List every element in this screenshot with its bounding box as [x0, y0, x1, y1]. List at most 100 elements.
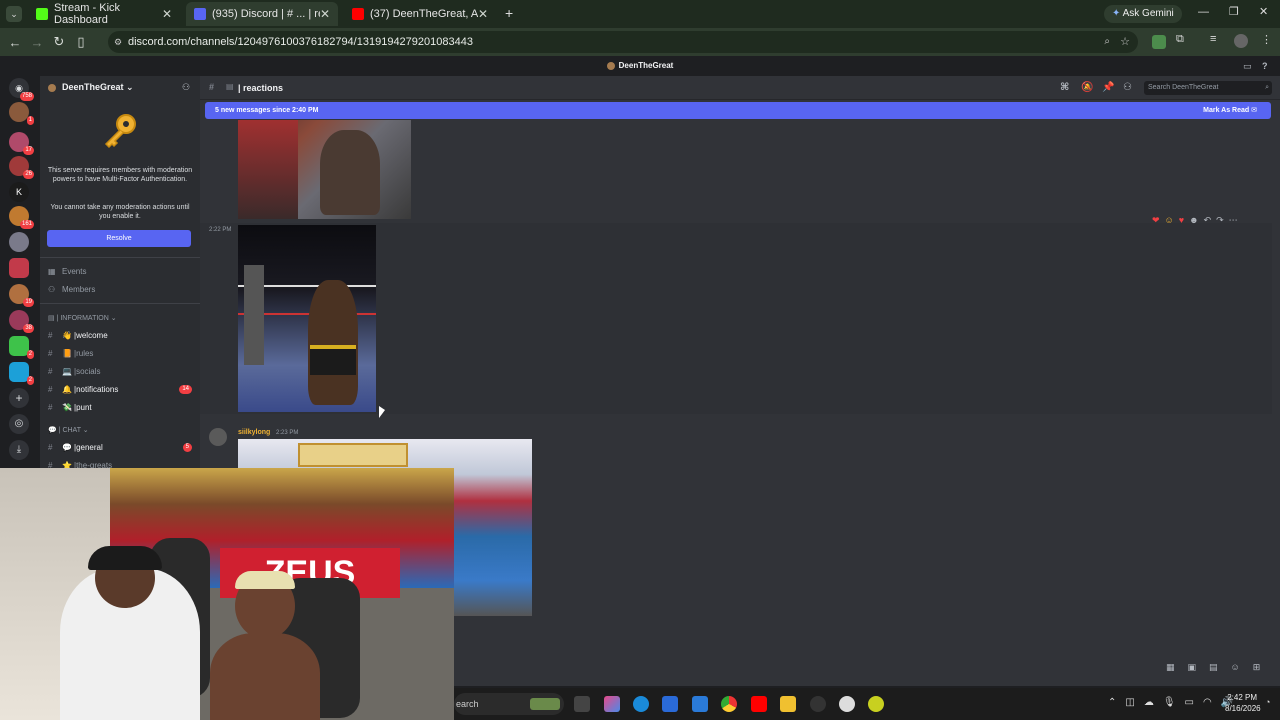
reply-icon[interactable]: ↶: [1204, 215, 1212, 226]
outlook-icon[interactable]: [692, 696, 708, 712]
inbox-icon[interactable]: ▭: [1243, 56, 1252, 76]
chrome-icon[interactable]: [721, 696, 737, 712]
search-input[interactable]: Search DeenTheGreat ⌕: [1144, 81, 1272, 95]
server-icon[interactable]: [9, 258, 29, 278]
explore-icon[interactable]: ◎: [9, 414, 29, 434]
server-icon[interactable]: 17: [9, 132, 34, 155]
reload-icon[interactable]: ↻: [48, 34, 70, 50]
bookmark-star-icon[interactable]: ☆: [1120, 31, 1130, 53]
avatar[interactable]: [209, 428, 227, 446]
new-tab-button[interactable]: +: [505, 5, 513, 21]
tray-app-icon[interactable]: ◫: [1125, 697, 1134, 708]
server-icon[interactable]: 2: [9, 336, 34, 359]
members-list-icon[interactable]: ⚇: [1123, 82, 1132, 93]
taskbar-search[interactable]: earch: [454, 693, 564, 715]
pin-icon[interactable]: 📌: [1102, 82, 1114, 93]
heart-reaction-icon[interactable]: ❤: [1152, 215, 1160, 226]
mark-as-read-button[interactable]: Mark As Read ✉: [1203, 102, 1257, 119]
add-server-icon[interactable]: +: [9, 388, 29, 408]
channel-welcome[interactable]: # 👋 | welcome: [48, 328, 192, 342]
message-author[interactable]: siilkylong: [238, 429, 270, 436]
server-icon[interactable]: K: [9, 182, 29, 202]
gif-icon[interactable]: ▣: [1188, 662, 1197, 673]
sidebar-icon[interactable]: ▯: [70, 34, 92, 50]
edge-icon[interactable]: [633, 696, 649, 712]
clock[interactable]: 2:42 PM 8/16/2026: [1225, 692, 1261, 714]
category-information[interactable]: ▤ | INFORMATION ⌄: [48, 314, 117, 322]
channel-socials[interactable]: # 💻 | socials: [48, 364, 192, 378]
reading-list-icon[interactable]: ≡: [1210, 33, 1216, 45]
wifi-icon[interactable]: ◠: [1203, 697, 1212, 708]
close-icon[interactable]: ✕: [320, 7, 330, 21]
youtube-icon[interactable]: [751, 696, 767, 712]
new-messages-bar[interactable]: 5 new messages since 2:40 PM Mark As Rea…: [205, 102, 1271, 119]
task-view-icon[interactable]: [574, 696, 590, 712]
cloud-icon[interactable]: ☁: [1144, 697, 1154, 708]
close-window-button[interactable]: ✕: [1259, 5, 1268, 18]
server-name[interactable]: DeenTheGreat ⌄: [62, 82, 134, 93]
tab-kick-dashboard[interactable]: Stream - Kick Dashboard ✕: [28, 2, 180, 26]
notifications-icon[interactable]: ◔: [1265, 697, 1270, 707]
site-info-icon[interactable]: ⚙: [114, 31, 122, 53]
server-icon[interactable]: 26: [9, 156, 34, 179]
mic-icon[interactable]: 🎙: [1163, 697, 1176, 708]
address-bar[interactable]: ⚙ discord.com/channels/12049761003761827…: [108, 31, 1138, 53]
back-icon[interactable]: ←: [4, 35, 26, 50]
server-icon[interactable]: 1: [9, 102, 34, 125]
forward-icon[interactable]: ↷: [1216, 215, 1224, 226]
minimize-button[interactable]: —: [1198, 6, 1209, 18]
copilot-icon[interactable]: [604, 696, 620, 712]
store-icon[interactable]: [662, 696, 678, 712]
obs-icon[interactable]: [810, 696, 826, 712]
tab-discord[interactable]: (935) Discord | # ... | reactions ✕: [186, 2, 338, 26]
forward-icon[interactable]: →: [26, 35, 48, 50]
extension-icon[interactable]: [1152, 35, 1166, 49]
channel-rules[interactable]: # 📙 | rules: [48, 346, 192, 360]
help-icon[interactable]: ?: [1262, 56, 1268, 76]
zoom-icon[interactable]: ⌕: [1104, 31, 1110, 53]
server-icon[interactable]: [9, 232, 29, 252]
threads-icon[interactable]: ⌘: [1060, 82, 1069, 93]
add-reaction-icon[interactable]: ☻: [1189, 215, 1198, 225]
apps-icon[interactable]: ⊞: [1253, 662, 1261, 673]
reaction-icon[interactable]: ♥: [1179, 215, 1184, 225]
profile-avatar[interactable]: [1234, 34, 1248, 48]
gift-icon[interactable]: ▦: [1166, 662, 1175, 673]
server-icon[interactable]: 161: [9, 206, 34, 229]
app-icon[interactable]: [868, 696, 884, 712]
display-icon[interactable]: ▭: [1185, 697, 1194, 708]
message-image[interactable]: [238, 225, 376, 412]
file-explorer-icon[interactable]: [780, 696, 796, 712]
browser-menu-icon[interactable]: ⋮: [1261, 33, 1272, 46]
server-icon[interactable]: 2: [9, 362, 34, 385]
invite-people-icon[interactable]: ⚇: [182, 82, 190, 93]
category-chat[interactable]: 💬 | CHAT ⌄: [48, 426, 89, 434]
close-icon[interactable]: ✕: [478, 7, 488, 21]
message-image[interactable]: [238, 120, 411, 219]
hash-icon: #: [48, 330, 53, 340]
extensions-puzzle-icon[interactable]: ⧉: [1176, 33, 1184, 46]
channel-punt[interactable]: # 💸 | punt: [48, 400, 192, 414]
tab-menu-button[interactable]: ⌄: [6, 6, 22, 22]
download-icon[interactable]: ⤓: [9, 440, 29, 460]
mute-bell-icon[interactable]: 🔕: [1081, 82, 1093, 93]
channel-notifications[interactable]: # 🔔 | notifications 14: [48, 382, 192, 396]
channel-general[interactable]: # 💬 | general 5: [48, 440, 192, 454]
more-options-icon[interactable]: ⋯: [1229, 215, 1238, 226]
media-player-icon[interactable]: [839, 696, 855, 712]
sticker-icon[interactable]: ▤: [1209, 662, 1218, 673]
resolve-button[interactable]: Resolve: [47, 230, 191, 247]
close-icon[interactable]: ✕: [162, 7, 172, 21]
maximize-button[interactable]: ❐: [1229, 5, 1239, 18]
emoji-icon[interactable]: ☺: [1231, 662, 1240, 673]
chevron-up-icon[interactable]: ⌃: [1108, 697, 1116, 708]
members-item[interactable]: ⚇ Members: [48, 285, 95, 294]
server-icon[interactable]: 19: [9, 284, 34, 307]
direct-messages-button[interactable]: ◉ 758: [9, 78, 34, 101]
ask-gemini-button[interactable]: ✦ Ask Gemini: [1104, 5, 1182, 23]
tab-youtube[interactable]: (37) DeenTheGreat, Adrien Bro ✕: [344, 2, 496, 26]
server-icon[interactable]: 38: [9, 310, 34, 333]
message-actions-bar: ❤ ☺ ♥ ☻ ↶ ↷ ⋯: [1152, 213, 1267, 227]
laugh-reaction-icon[interactable]: ☺: [1165, 215, 1174, 225]
events-item[interactable]: ▦ Events: [48, 267, 86, 276]
